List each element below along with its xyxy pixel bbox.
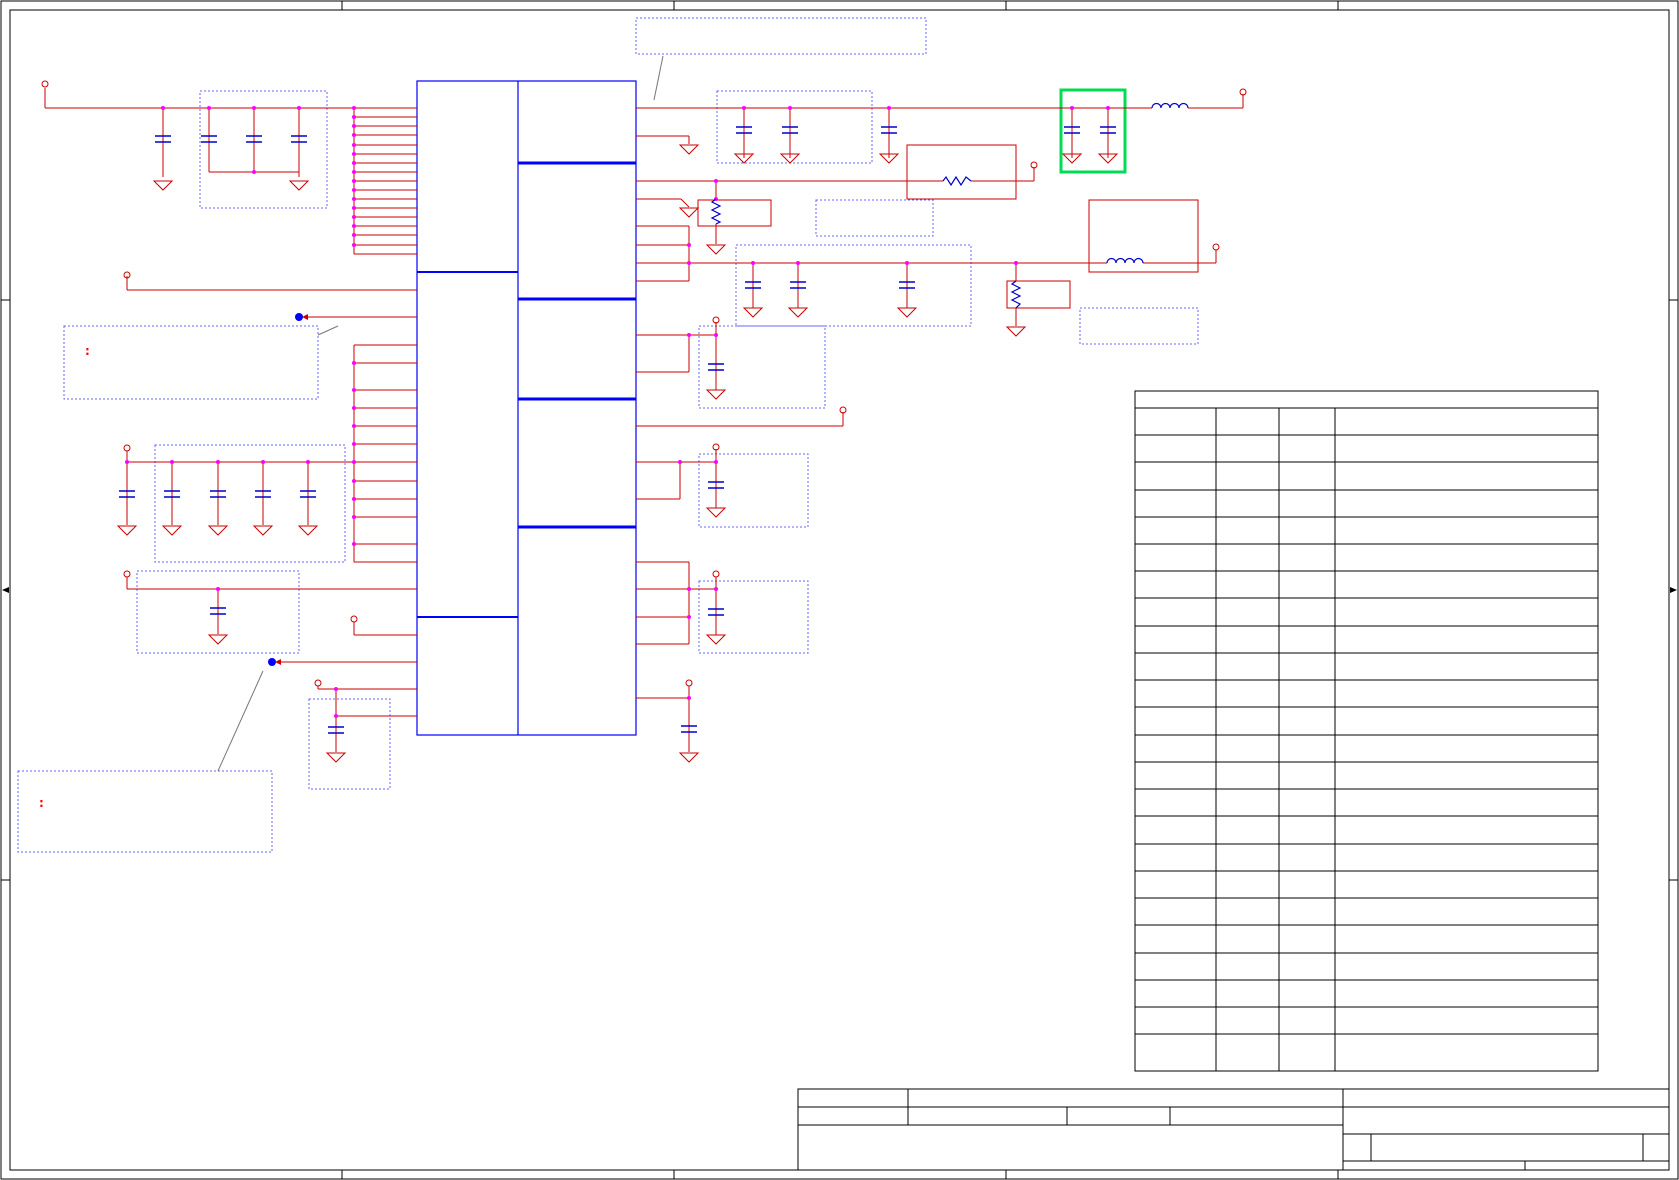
ground-icon	[117, 144, 1118, 763]
component-boxes	[697, 144, 1199, 309]
note-boxes	[17, 17, 1199, 853]
parts-table	[1134, 390, 1599, 1072]
inductor-icon	[1106, 102, 1189, 264]
port-dot	[268, 313, 308, 666]
capacitor-icon	[118, 126, 1117, 734]
main-ic	[416, 80, 637, 736]
highlight-box	[1059, 88, 1127, 174]
junctions	[125, 106, 1110, 718]
annotation-marker-1: :	[85, 344, 90, 358]
annotation-marker-2: :	[39, 796, 44, 810]
wires	[44, 88, 1244, 752]
drawing-frame	[0, 0, 1679, 1180]
schematic-canvas: : :	[0, 0, 1679, 1180]
title-block	[797, 1088, 1670, 1171]
